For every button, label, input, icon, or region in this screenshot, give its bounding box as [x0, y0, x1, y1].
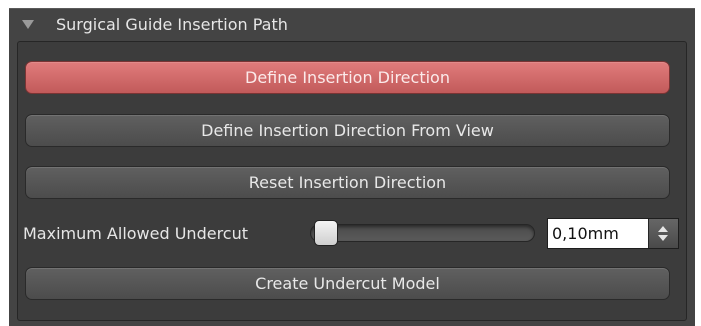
panel-title: Surgical Guide Insertion Path: [56, 15, 288, 34]
define-insertion-direction-button[interactable]: Define Insertion Direction: [25, 61, 670, 94]
panel-root: Surgical Guide Insertion Path Define Ins…: [0, 0, 701, 326]
undercut-row: Maximum Allowed Undercut: [0, 214, 701, 254]
panel-header[interactable]: Surgical Guide Insertion Path: [9, 9, 695, 41]
undercut-slider[interactable]: [310, 220, 535, 246]
spin-arrows[interactable]: [648, 219, 678, 248]
collapse-triangle-icon[interactable]: [22, 20, 34, 29]
maximum-undercut-label: Maximum Allowed Undercut: [23, 224, 249, 243]
undercut-spinbox[interactable]: [547, 218, 679, 249]
reset-insertion-direction-button[interactable]: Reset Insertion Direction: [25, 166, 670, 199]
spin-up-icon[interactable]: [658, 226, 668, 232]
undercut-value-input[interactable]: [548, 219, 648, 248]
create-undercut-model-button[interactable]: Create Undercut Model: [25, 267, 670, 300]
define-insertion-direction-from-view-button[interactable]: Define Insertion Direction From View: [25, 114, 670, 147]
undercut-slider-handle[interactable]: [314, 220, 338, 246]
spin-down-icon[interactable]: [658, 235, 668, 241]
